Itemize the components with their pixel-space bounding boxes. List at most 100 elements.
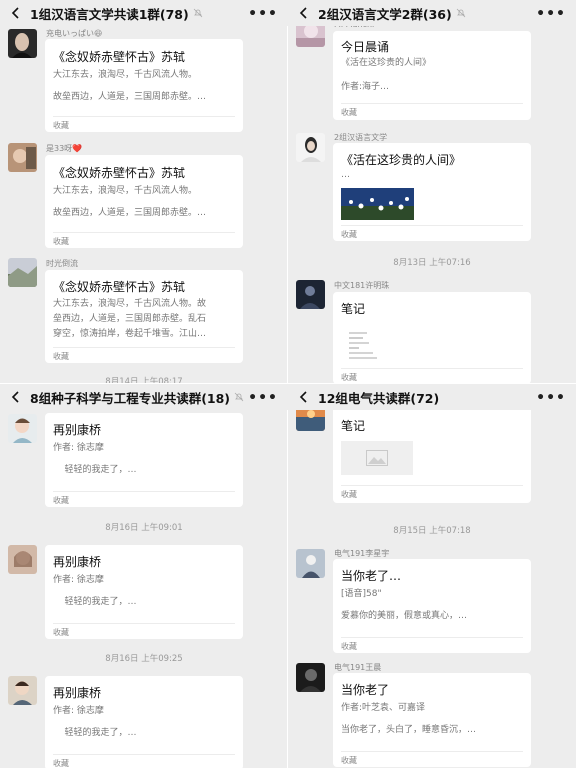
back-icon[interactable] [10, 7, 22, 19]
divider [53, 491, 235, 492]
card-summary: 作者:叶芝袁、可嘉译 当你老了，头白了，睡意昏沉，… [341, 701, 523, 738]
divider [341, 225, 523, 226]
note-preview-image [349, 332, 377, 359]
avatar[interactable] [296, 133, 325, 162]
avatar[interactable] [8, 545, 37, 574]
divider [341, 485, 523, 486]
divider [341, 637, 523, 638]
more-options-icon[interactable]: ••• [536, 390, 566, 406]
avatar[interactable] [8, 258, 37, 287]
avatar[interactable] [296, 549, 325, 578]
shared-note-card[interactable]: 笔记 收藏 [333, 292, 531, 384]
favorite-label: 收藏 [53, 759, 69, 768]
sender-name: 是33呀❤️ [46, 144, 83, 153]
divider [53, 623, 235, 624]
image-placeholder [341, 441, 413, 475]
divider [341, 751, 523, 752]
summary-line: [语音]58" [341, 589, 382, 599]
favorite-label: 收藏 [341, 108, 357, 117]
back-icon[interactable] [298, 391, 310, 403]
more-options-icon[interactable]: ••• [536, 6, 566, 22]
card-summary: 大江东去，浪淘尽，千古风流人物。故 垒西边，人道是，三国周郎赤壁。乱石 穿空，惊… [53, 297, 235, 342]
favorite-label: 收藏 [53, 121, 69, 130]
chat-header: 2组汉语言文学2群(36) ••• [288, 0, 576, 26]
divider [341, 368, 523, 369]
chat-header: 1组汉语言文学共读1群(78) ••• [0, 0, 288, 26]
sender-name: 2组汉语言文学 [334, 133, 388, 142]
group-title: 2组汉语言文学2群(36) [318, 6, 452, 22]
sender-name: 充电いっぱい😆 [46, 29, 103, 38]
summary-line: 作者:海子… [341, 82, 390, 92]
mute-bell-icon [456, 8, 466, 18]
shared-article-card[interactable]: 《念奴娇赤壁怀古》苏轼 大江东去，浪淘尽，千古风流人物。 故垒西边，人道是，三国… [45, 155, 243, 248]
shared-article-card[interactable]: 再别康桥 作者: 徐志摩 轻轻的我走了，… 收藏 [45, 545, 243, 639]
shared-article-card[interactable]: 《念奴娇赤壁怀古》苏轼 大江东去，浪淘尽，千古风流人物。故 垒西边，人道是，三国… [45, 270, 243, 363]
message-list[interactable]: 笔记 收藏 8月15日 上午07:18 电气191李星宇 当你老了… [语音]5… [288, 401, 576, 768]
message-list[interactable]: 再别康桥 作者: 徐志摩 轻轻的我走了，… 收藏 8月16日 上午09:01 再… [0, 410, 288, 768]
card-title: 当你老了 [341, 683, 390, 697]
summary-line [341, 716, 523, 723]
shared-article-card[interactable]: 今日晨诵 《活在这珍贵的人间》 作者:海子… 收藏 [333, 31, 531, 120]
shared-article-card[interactable]: 再别康桥 作者: 徐志摩 轻轻的我走了，… 收藏 [45, 413, 243, 507]
summary-line [341, 602, 523, 609]
mute-bell-icon [234, 392, 244, 402]
card-summary: [语音]58" 爱慕你的美丽，假意或真心，… [341, 587, 523, 624]
summary-line [53, 199, 235, 206]
card-title: 《念奴娇赤壁怀古》苏轼 [53, 280, 186, 294]
shared-article-card[interactable]: 当你老了 作者:叶芝袁、可嘉译 当你老了，头白了，睡意昏沉，… 收藏 [333, 673, 531, 767]
divider [53, 347, 235, 348]
card-title: 《活在这珍贵的人间》 [341, 153, 462, 167]
avatar[interactable] [296, 280, 325, 309]
avatar[interactable] [8, 29, 37, 58]
sender-name: 中文181许明珠 [334, 281, 390, 290]
card-title: 再别康桥 [53, 423, 102, 437]
timestamp: 8月16日 上午09:25 [105, 654, 183, 664]
more-options-icon[interactable]: ••• [248, 6, 278, 22]
more-options-icon[interactable]: ••• [248, 390, 278, 406]
card-title: 再别康桥 [53, 686, 102, 700]
summary-line: 轻轻的我走了，… [53, 597, 137, 607]
summary-line: 大江东去，浪淘尽，千古风流人物。 [53, 70, 198, 80]
card-summary: 作者: 徐志摩 轻轻的我走了，… [53, 573, 235, 610]
card-title: 今日晨诵 [341, 40, 390, 54]
summary-line [53, 456, 235, 463]
avatar[interactable] [296, 663, 325, 692]
chat-panel-1: 充电いっぱい😆 《念奴娇赤壁怀古》苏轼 大江东去，浪淘尽，千古风流人物。 故垒西… [0, 0, 288, 384]
card-summary: 大江东去，浪淘尽，千古风流人物。 故垒西边，人道是，三国周郎赤壁。… [53, 184, 235, 221]
avatar[interactable] [8, 143, 37, 172]
divider [341, 103, 523, 104]
avatar[interactable] [8, 676, 37, 705]
summary-line: 作者:叶芝袁、可嘉译 [341, 703, 426, 713]
chat-panel-2: Mi Manchi 今日晨诵 《活在这珍贵的人间》 作者:海子… 收藏 2组汉语… [288, 0, 576, 384]
shared-note-card[interactable]: 笔记 收藏 [333, 401, 531, 503]
summary-line: 垒西边，人道是，三国周郎赤壁。乱石 [53, 314, 207, 324]
summary-line: 作者: 徐志摩 [53, 443, 104, 453]
avatar[interactable] [8, 414, 37, 443]
favorite-label: 收藏 [341, 490, 357, 499]
sender-name: 电气191王晨 [334, 663, 382, 672]
summary-line: 作者: 徐志摩 [53, 706, 104, 716]
back-icon[interactable] [10, 391, 22, 403]
summary-line [341, 71, 523, 80]
message-list[interactable]: 充电いっぱい😆 《念奴娇赤壁怀古》苏轼 大江东去，浪淘尽，千古风流人物。 故垒西… [0, 26, 288, 384]
shared-article-card[interactable]: 《活在这珍贵的人间》 … 收藏 [333, 143, 531, 241]
sender-name: 时光倒流 [46, 259, 78, 268]
summary-line: 大江东去，浪淘尽，千古风流人物。故 [53, 299, 207, 309]
summary-line: 爱慕你的美丽，假意或真心，… [341, 611, 468, 621]
chat-header: 12组电气共读群(72) ••• [288, 384, 576, 410]
message-list[interactable]: Mi Manchi 今日晨诵 《活在这珍贵的人间》 作者:海子… 收藏 2组汉语… [288, 18, 576, 384]
chat-header: 8组种子科学与工程专业共读群(18) ••• [0, 384, 288, 410]
summary-line: … [341, 170, 350, 180]
timestamp: 8月16日 上午09:01 [105, 523, 183, 533]
card-title: 《念奴娇赤壁怀古》苏轼 [53, 166, 186, 180]
divider [53, 754, 235, 755]
shared-article-card[interactable]: 再别康桥 作者: 徐志摩 轻轻的我走了，… 收藏 [45, 676, 243, 768]
summary-line [53, 83, 235, 90]
group-title: 1组汉语言文学共读1群(78) [30, 6, 189, 22]
shared-article-card[interactable]: 当你老了… [语音]58" 爱慕你的美丽，假意或真心，… 收藏 [333, 559, 531, 653]
group-title: 8组种子科学与工程专业共读群(18) [30, 390, 231, 406]
back-icon[interactable] [298, 7, 310, 19]
sender-name: 电气191李星宇 [334, 549, 390, 558]
summary-line: 当你老了，头白了，睡意昏沉，… [341, 725, 477, 735]
shared-article-card[interactable]: 《念奴娇赤壁怀古》苏轼 大江东去，浪淘尽，千古风流人物。 故垒西边，人道是，三国… [45, 39, 243, 132]
